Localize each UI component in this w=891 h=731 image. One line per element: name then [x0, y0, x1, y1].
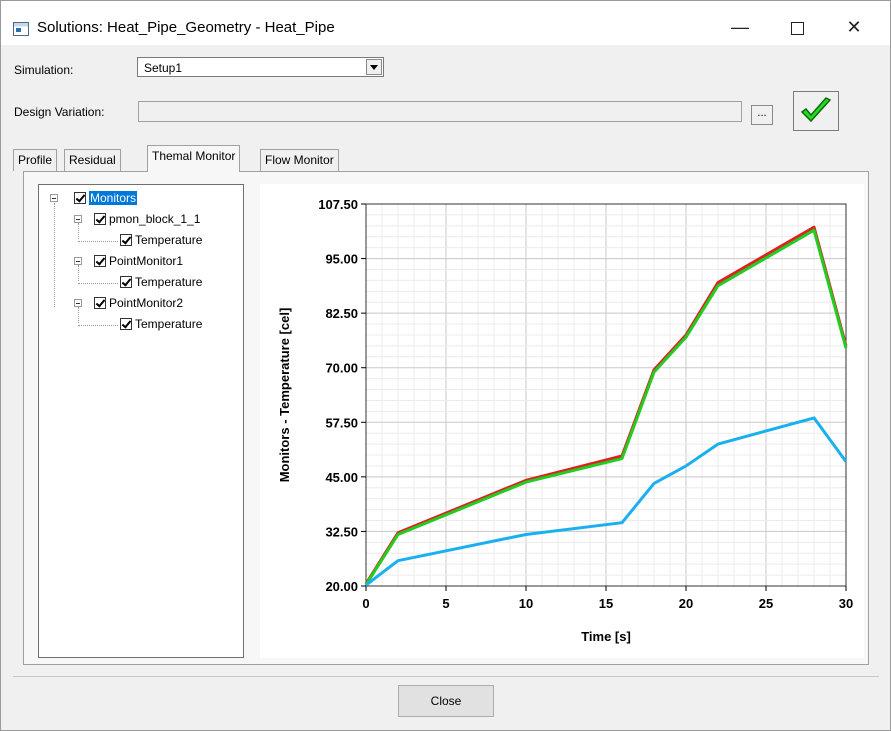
maximize-icon: [790, 21, 804, 35]
minimize-button[interactable]: —: [717, 11, 763, 43]
collapse-icon[interactable]: [74, 299, 82, 307]
design-variation-label: Design Variation:: [14, 105, 105, 119]
x-tick-label: 30: [839, 596, 853, 611]
y-tick-label: 70.00: [325, 361, 358, 376]
browse-design-variation-button[interactable]: ...: [751, 105, 773, 125]
y-tick-label: 95.00: [325, 252, 358, 267]
window-title: Solutions: Heat_Pipe_Geometry - Heat_Pip…: [37, 19, 335, 36]
divider: [13, 676, 879, 677]
checkbox-temperature-1[interactable]: [120, 234, 132, 246]
tree-item-pointmonitor1[interactable]: PointMonitor1: [109, 253, 183, 269]
tree-item-temperature-3[interactable]: Temperature: [135, 316, 202, 332]
tree-item-pmon-block[interactable]: pmon_block_1_1: [109, 211, 200, 227]
tab-thermal-monitor[interactable]: Themal Monitor: [147, 145, 241, 172]
x-tick-label: 25: [759, 596, 773, 611]
tab-flow-monitor[interactable]: Flow Monitor: [260, 149, 339, 171]
app-icon: [13, 22, 29, 36]
temperature-chart: 0 5 10 15 20 25 30 20.00 32.50 45.00 57.50 70.00 82.…: [260, 184, 864, 658]
y-tick-label: 32.50: [325, 524, 358, 539]
close-button[interactable]: Close: [398, 685, 494, 717]
y-tick-label: 20.00: [325, 579, 358, 594]
collapse-icon[interactable]: [50, 194, 58, 202]
checkbox-temperature-3[interactable]: [120, 318, 132, 330]
design-variation-field[interactable]: [138, 101, 742, 122]
x-tick-label: 0: [362, 596, 369, 611]
solutions-dialog: Solutions: Heat_Pipe_Geometry - Heat_Pip…: [0, 0, 891, 731]
chevron-down-icon[interactable]: [366, 59, 382, 75]
tree-item-monitors[interactable]: Monitors: [89, 190, 138, 206]
tree-item-temperature-1[interactable]: Temperature: [135, 232, 202, 248]
collapse-icon[interactable]: [74, 257, 82, 265]
tab-profile[interactable]: Profile: [13, 149, 58, 171]
y-tick-label: 82.50: [325, 306, 358, 321]
simulation-select[interactable]: Setup1: [137, 57, 384, 77]
checkbox-pointmonitor1[interactable]: [94, 255, 106, 267]
x-tick-label: 5: [442, 596, 449, 611]
apply-check-button[interactable]: [793, 91, 839, 131]
chart-svg: 0 5 10 15 20 25 30 20.00 32.50 45.00 57.50 70.00 82.…: [277, 197, 853, 644]
tab-residual[interactable]: Residual: [64, 149, 121, 171]
green-check-icon: [800, 97, 832, 123]
y-tick-label: 107.50: [318, 197, 358, 212]
x-tick-label: 15: [599, 596, 613, 611]
x-axis-label: Time [s]: [581, 629, 631, 644]
close-window-button[interactable]: ✕: [831, 11, 877, 43]
checkbox-pointmonitor2[interactable]: [94, 297, 106, 309]
y-tick-label: 45.00: [325, 470, 358, 485]
simulation-label: Simulation:: [14, 63, 74, 77]
collapse-icon[interactable]: [74, 215, 82, 223]
x-tick-label: 10: [519, 596, 533, 611]
checkbox-temperature-2[interactable]: [120, 276, 132, 288]
tree-item-pointmonitor2[interactable]: PointMonitor2: [109, 295, 183, 311]
checkbox-pmon-block[interactable]: [94, 213, 106, 225]
title-bar[interactable]: Solutions: Heat_Pipe_Geometry - Heat_Pip…: [1, 1, 890, 45]
y-axis-label: Monitors - Temperature [cel]: [277, 308, 292, 483]
tree-item-temperature-2[interactable]: Temperature: [135, 274, 202, 290]
monitor-tree[interactable]: Monitors pmon_block_1_1 Temperature Poin…: [38, 184, 244, 658]
simulation-value: Setup1: [144, 61, 183, 75]
x-tick-label: 20: [679, 596, 693, 611]
maximize-button[interactable]: [774, 11, 820, 43]
y-tick-label: 57.50: [325, 415, 358, 430]
checkbox-monitors[interactable]: [74, 192, 86, 204]
